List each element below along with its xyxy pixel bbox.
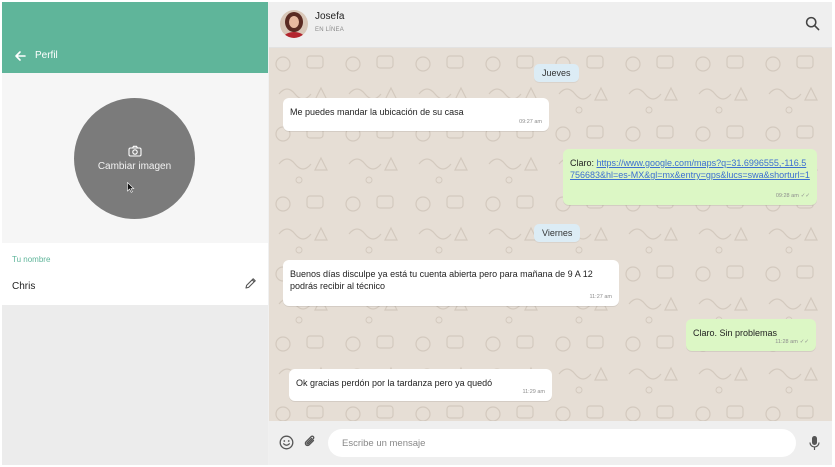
- search-icon[interactable]: [805, 16, 820, 31]
- profile-header: Perfil: [2, 2, 268, 73]
- contact-name: Josefa: [315, 11, 345, 22]
- microphone-icon[interactable]: [809, 435, 820, 451]
- message-time: 09:28 am: [775, 193, 799, 199]
- message-meta: 09:28 am ✓✓: [776, 190, 810, 202]
- change-image-button[interactable]: Cambiar imagen: [74, 98, 195, 219]
- day-separator: Viernes: [534, 224, 581, 242]
- message-meta: 11:28 am ✓✓: [775, 336, 809, 348]
- message-time: 11:27 am: [589, 294, 612, 300]
- message-text: Claro: https://www.google.com/maps?q=31.…: [570, 157, 810, 181]
- profile-panel: Perfil Cambiar imagen Tu nombre Chris: [2, 2, 268, 465]
- mouse-cursor-icon: [127, 182, 135, 193]
- camera-icon: [128, 145, 142, 157]
- day-separator: Jueves: [534, 64, 579, 82]
- back-arrow-icon[interactable]: [13, 49, 27, 63]
- outgoing-message[interactable]: Claro. Sin problemas 11:28 am ✓✓: [686, 319, 816, 351]
- chat-panel: Josefa EN LÍNEA Jueves Me puedes mandar …: [269, 2, 832, 465]
- outgoing-message[interactable]: Claro: https://www.google.com/maps?q=31.…: [563, 149, 817, 205]
- emoji-icon[interactable]: [279, 435, 294, 450]
- name-value: Chris: [12, 281, 36, 292]
- compose-bar: [269, 421, 832, 465]
- message-text: Me puedes mandar la ubicación de su casa: [290, 107, 464, 117]
- read-checks-icon: ✓✓: [800, 193, 810, 199]
- incoming-message[interactable]: Me puedes mandar la ubicación de su casa…: [283, 98, 549, 131]
- message-text: Ok gracias perdón por la tardanza pero y…: [296, 378, 493, 388]
- contact-avatar[interactable]: [280, 10, 308, 38]
- profile-title: Perfil: [35, 50, 58, 61]
- message-list[interactable]: Jueves Me puedes mandar la ubicación de …: [269, 48, 832, 421]
- message-text: Buenos días disculpe ya está tu cuenta a…: [290, 269, 593, 291]
- contact-photo: [280, 10, 308, 38]
- paperclip-icon[interactable]: [303, 434, 317, 450]
- contact-status: EN LÍNEA: [315, 27, 344, 33]
- maps-link[interactable]: https://www.google.com/maps?q=31.6996555…: [570, 158, 810, 180]
- message-time: 09:27 am: [519, 119, 542, 125]
- profile-photo-area: Cambiar imagen: [2, 73, 268, 243]
- incoming-message[interactable]: Buenos días disculpe ya está tu cuenta a…: [283, 260, 619, 306]
- message-time: 11:29 am: [522, 389, 545, 395]
- pencil-icon[interactable]: [244, 277, 257, 290]
- name-label: Tu nombre: [12, 255, 51, 264]
- message-prefix: Claro:: [570, 158, 597, 168]
- change-image-label: Cambiar imagen: [97, 161, 172, 172]
- incoming-message[interactable]: Ok gracias perdón por la tardanza pero y…: [289, 369, 552, 401]
- app-window: Perfil Cambiar imagen Tu nombre Chris Jo…: [2, 2, 832, 465]
- message-input[interactable]: [328, 429, 796, 457]
- name-section: Tu nombre Chris: [2, 243, 268, 305]
- read-checks-icon: ✓✓: [799, 339, 809, 345]
- chat-header: Josefa EN LÍNEA: [269, 2, 832, 48]
- message-time: 11:28 am: [775, 339, 798, 345]
